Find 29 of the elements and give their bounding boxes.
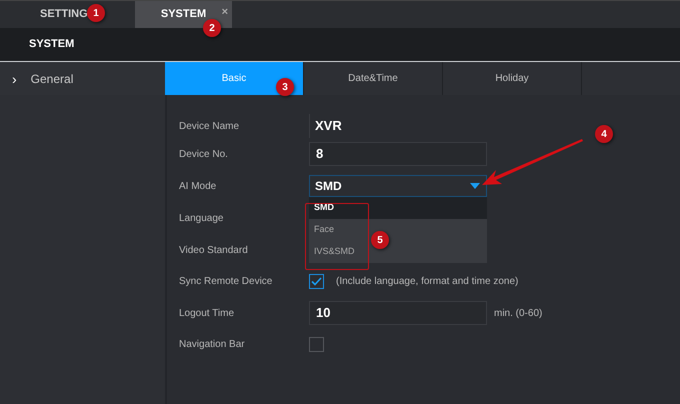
field-label: Device Name [179,120,240,134]
field-label: Sync Remote Device [179,274,274,288]
field-label: AI Mode [179,180,218,194]
dropdown-value: SMD [315,178,342,195]
dropdown[interactable]: SMD [309,175,487,197]
callout-number: 4 [595,125,613,143]
page-title: SYSTEM [29,37,74,52]
input-field[interactable]: 10 [309,301,487,325]
unit-label: min. (0-60) [494,306,542,320]
chevron-icon: › [12,72,17,86]
highlight-frame [305,203,369,270]
dropdown-option[interactable]: Face [314,223,334,237]
field-label: Video Standard [179,244,249,258]
caret-icon [470,183,480,189]
hint-text: (Include language, format and time zone) [336,274,518,288]
tab[interactable]: Date&Time [304,62,443,95]
field-label: Device No. [179,148,229,162]
dropdown-option[interactable]: SMD [314,201,334,215]
field-label: Language [179,212,224,226]
input-field[interactable]: XVR [309,114,487,138]
dropdown-option[interactable]: IVS&SMD [314,245,355,259]
input-field[interactable]: 8 [309,142,487,166]
checkbox[interactable] [309,274,324,288]
close-icon[interactable]: × [222,7,228,18]
field-label: Logout Time [179,306,236,320]
tab[interactable]: Holiday [443,62,582,95]
checkbox[interactable] [309,336,324,352]
sidebar-label: General [30,70,74,88]
field-label: Navigation Bar [179,338,246,352]
